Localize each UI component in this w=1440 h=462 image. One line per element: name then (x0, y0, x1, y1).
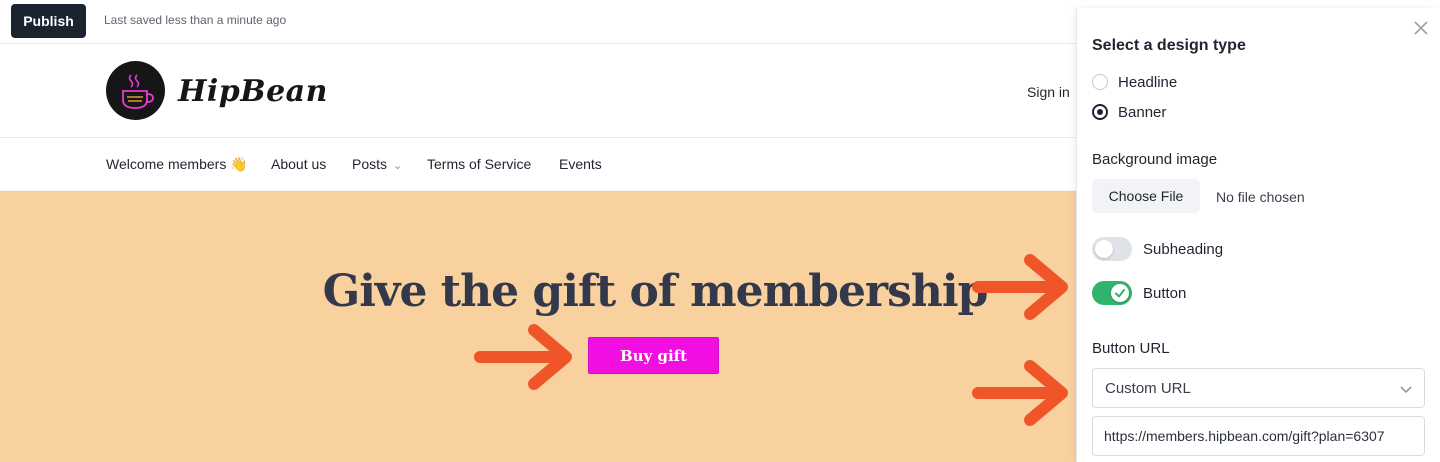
close-icon[interactable] (1410, 17, 1432, 39)
publish-button[interactable]: Publish (11, 4, 86, 38)
chevron-down-icon: ⌄ (393, 160, 403, 172)
annotation-arrow-icon (474, 324, 572, 390)
url-type-select[interactable]: Custom URL (1092, 368, 1425, 408)
check-icon (1115, 289, 1125, 298)
background-image-label: Background image (1092, 151, 1218, 168)
button-url-label: Button URL (1092, 340, 1170, 357)
button-toggle-label: Button (1143, 285, 1187, 302)
sign-in-link[interactable]: Sign in (1027, 84, 1070, 100)
save-status: Last saved less than a minute ago (104, 13, 287, 27)
nav-item-posts[interactable]: Posts ⌄ (352, 156, 402, 172)
annotation-arrow-icon (972, 360, 1068, 426)
file-status-text: No file chosen (1216, 189, 1305, 205)
subheading-toggle[interactable] (1092, 237, 1132, 261)
coffee-cup-logo-icon[interactable] (106, 61, 165, 120)
radio-banner-label[interactable]: Banner (1118, 104, 1166, 121)
nav-item-events[interactable]: Events (559, 156, 602, 172)
buy-gift-button[interactable]: Buy gift (588, 337, 719, 374)
chevron-down-icon (1400, 386, 1412, 394)
nav-item-terms-of-service[interactable]: Terms of Service (427, 156, 531, 172)
choose-file-button[interactable]: Choose File (1092, 179, 1200, 213)
radio-banner[interactable] (1092, 104, 1108, 120)
nav-item-posts-label: Posts (352, 156, 388, 172)
toggle-knob (1111, 284, 1129, 302)
radio-headline-label[interactable]: Headline (1118, 74, 1177, 91)
toggle-knob (1095, 240, 1113, 258)
site-logo-text[interactable]: HipBean (178, 74, 328, 109)
button-toggle[interactable] (1092, 281, 1132, 305)
subheading-label: Subheading (1143, 241, 1224, 258)
design-type-heading: Select a design type (1092, 37, 1246, 54)
nav-item-welcome-members[interactable]: Welcome members 👋 (106, 156, 248, 173)
url-type-value: Custom URL (1105, 380, 1191, 397)
nav-item-about-us[interactable]: About us (271, 156, 326, 172)
annotation-arrow-icon (972, 254, 1068, 320)
button-url-input[interactable] (1092, 416, 1425, 456)
radio-headline[interactable] (1092, 74, 1108, 90)
